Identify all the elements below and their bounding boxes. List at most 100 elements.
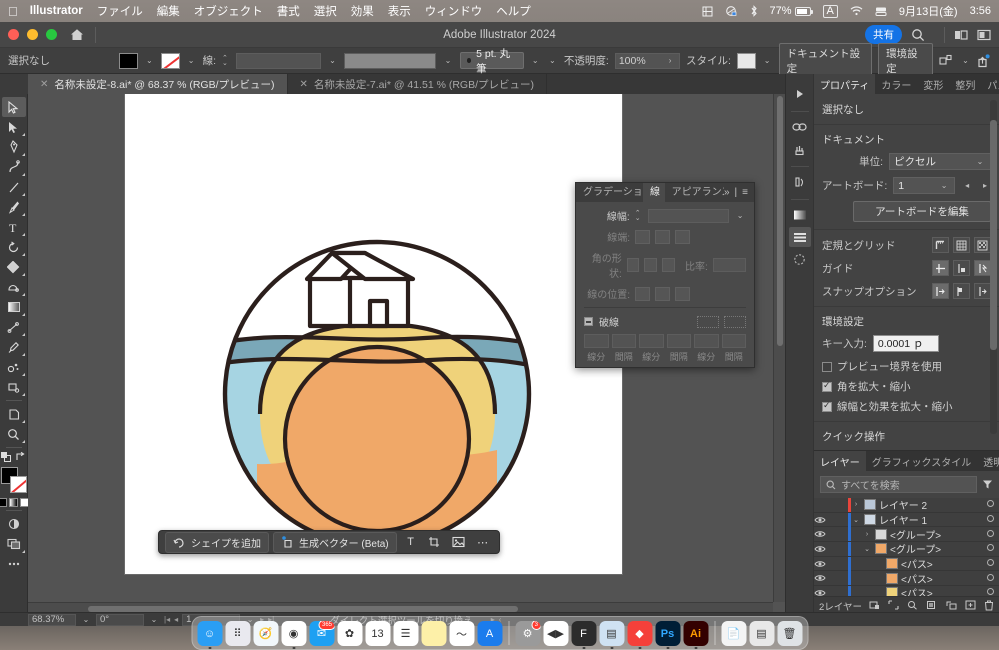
dock-icon-screen-app[interactable]: ▤ bbox=[599, 621, 624, 646]
new-sublayer-icon[interactable] bbox=[926, 600, 937, 611]
use-preview-bounds-row[interactable]: プレビュー境界を使用 bbox=[822, 359, 991, 374]
dock-icon-launchpad[interactable]: ⠿ bbox=[225, 621, 250, 646]
layer-target-indicator[interactable] bbox=[981, 573, 999, 584]
layer-row[interactable]: ›<グループ> bbox=[814, 527, 999, 542]
chevron-down-icon[interactable]: ⌄ bbox=[862, 545, 872, 553]
chevron-right-icon[interactable]: › bbox=[851, 501, 861, 508]
tab-transform[interactable]: 変形 bbox=[917, 74, 949, 94]
show-transparency-grid-icon[interactable] bbox=[974, 237, 991, 253]
edit-artboards-button[interactable]: アートボードを編集 bbox=[853, 201, 991, 222]
gap-input-1[interactable] bbox=[612, 334, 637, 348]
zoom-tool[interactable] bbox=[2, 424, 26, 444]
layer-row[interactable]: <パス> bbox=[814, 557, 999, 572]
fill-stroke-swatches[interactable] bbox=[1, 467, 27, 493]
dock-item[interactable]: ⚙3 bbox=[515, 621, 540, 646]
layer-name-cell[interactable]: <パス> bbox=[851, 556, 981, 571]
dock-icon-safari[interactable]: 🧭 bbox=[253, 621, 278, 646]
show-rulers-icon[interactable] bbox=[932, 237, 949, 253]
style-chevron-icon[interactable]: ⌄ bbox=[762, 56, 773, 65]
dock-icon-system-settings[interactable]: ⚙3 bbox=[515, 621, 540, 646]
artwork-house-on-island[interactable] bbox=[125, 94, 622, 574]
apple-logo-icon[interactable]:  bbox=[8, 5, 18, 18]
smart-guides-icon[interactable] bbox=[974, 260, 991, 276]
artboard[interactable] bbox=[125, 94, 622, 574]
select-similar-chevron-icon[interactable]: ⌄ bbox=[960, 56, 971, 65]
variable-width-profile-input[interactable] bbox=[344, 53, 436, 69]
symbol-sprayer-tool[interactable] bbox=[2, 357, 26, 377]
default-fill-stroke-icon[interactable] bbox=[0, 451, 12, 463]
dock-item[interactable]: 13 bbox=[365, 621, 390, 646]
close-window-button[interactable] bbox=[8, 29, 19, 40]
line-segment-tool[interactable] bbox=[2, 177, 26, 197]
chevron-down-icon[interactable]: ⌄ bbox=[851, 516, 861, 524]
layer-target-indicator[interactable] bbox=[981, 514, 999, 525]
stroke-weight-chevron-icon[interactable]: ⌄ bbox=[734, 211, 746, 220]
zoom-window-button[interactable] bbox=[46, 29, 57, 40]
artboard-select[interactable]: 1 ⌄ bbox=[893, 177, 955, 194]
miter-ratio-input[interactable] bbox=[713, 258, 746, 272]
rail-symbols-icon[interactable] bbox=[789, 139, 811, 159]
dock-icon-app-store[interactable]: A bbox=[477, 621, 502, 646]
brush-chevron-icon[interactable]: ⌄ bbox=[530, 56, 541, 65]
layer-row[interactable]: ⌄レイヤー 1 bbox=[814, 513, 999, 528]
variable-width-chevron-icon[interactable]: ⌄ bbox=[442, 56, 453, 65]
bevel-join-button[interactable] bbox=[662, 258, 675, 272]
canvas-area[interactable]: グラデーション 線 アピアランス » | ≡ 線幅: ⌃⌄ ⌄ 線端: bbox=[28, 94, 785, 614]
dock-item[interactable]: ☺ bbox=[197, 621, 222, 646]
dock-icon-calendar[interactable]: 13 bbox=[365, 621, 390, 646]
snap-to-pixel-icon[interactable] bbox=[953, 283, 970, 299]
stroke-panel-floating[interactable]: グラデーション 線 アピアランス » | ≡ 線幅: ⌃⌄ ⌄ 線端: bbox=[575, 182, 755, 368]
close-icon[interactable]: ✕ bbox=[40, 79, 48, 90]
dash-align-corners-button[interactable] bbox=[724, 316, 746, 328]
gap-input-3[interactable] bbox=[722, 334, 747, 348]
dashed-line-checkbox[interactable] bbox=[584, 317, 593, 326]
prev-artboard-icon[interactable]: ◂ bbox=[961, 181, 973, 190]
free-transform-tool[interactable] bbox=[2, 277, 26, 297]
dock-icon-chrome[interactable]: ◉ bbox=[281, 621, 306, 646]
drawing-mode-icon[interactable] bbox=[2, 514, 26, 534]
layer-name-cell[interactable]: ›<グループ> bbox=[851, 527, 981, 542]
artboard-tool[interactable] bbox=[2, 404, 26, 424]
rail-brushes-icon[interactable] bbox=[789, 249, 811, 269]
dock-item[interactable]: ☰ bbox=[393, 621, 418, 646]
layer-row[interactable]: <パス> bbox=[814, 571, 999, 586]
dash-input-1[interactable] bbox=[584, 334, 609, 348]
close-icon[interactable]: ✕ bbox=[300, 79, 308, 90]
round-join-button[interactable] bbox=[644, 258, 657, 272]
dock-item[interactable]: 📄 bbox=[721, 621, 746, 646]
share-button[interactable]: 共有 bbox=[865, 25, 902, 44]
dock-item[interactable]: F bbox=[571, 621, 596, 646]
scale-strokes-row[interactable]: 線幅と効果を拡大・縮小 bbox=[822, 399, 991, 414]
layer-target-indicator[interactable] bbox=[981, 499, 999, 510]
dock-icon-photoshop[interactable]: Ps bbox=[655, 621, 680, 646]
stroke-weight-input[interactable] bbox=[236, 53, 321, 69]
layer-name-cell[interactable]: <パス> bbox=[851, 571, 981, 586]
dock-icon-downloads-stack[interactable]: ▤ bbox=[749, 621, 774, 646]
menu-item-type[interactable]: 書式 bbox=[277, 3, 300, 19]
make-clipping-mask-icon[interactable] bbox=[907, 600, 918, 611]
rail-stroke-icon[interactable] bbox=[789, 227, 811, 247]
dock-icon-mpv-player[interactable]: ◀▶ bbox=[543, 621, 568, 646]
dock-icon-notes[interactable] bbox=[421, 621, 446, 646]
layers-search-input[interactable]: すべてを検索 bbox=[820, 476, 977, 493]
opacity-value[interactable]: 100% bbox=[619, 55, 646, 67]
more-options-icon[interactable]: ⋯ bbox=[473, 533, 493, 551]
layer-row[interactable]: ⌄<グループ> bbox=[814, 542, 999, 557]
menu-item-illustrator[interactable]: Illustrator bbox=[30, 5, 83, 17]
dock-item[interactable] bbox=[421, 621, 446, 646]
rail-expand-icon[interactable] bbox=[789, 84, 811, 104]
bluetooth-icon[interactable] bbox=[750, 5, 758, 17]
dock-icon-freeform[interactable]: 〜 bbox=[449, 621, 474, 646]
snap-to-grid-icon[interactable] bbox=[932, 283, 949, 299]
keyboard-brightness-icon[interactable] bbox=[702, 6, 713, 17]
dock-item[interactable]: ▤ bbox=[749, 621, 774, 646]
type-tool[interactable]: T bbox=[2, 217, 26, 237]
align-outside-stroke-button[interactable] bbox=[675, 287, 690, 301]
dock-icon-document[interactable]: 📄 bbox=[721, 621, 746, 646]
first-artboard-icon[interactable]: |◂ bbox=[164, 615, 170, 624]
rail-swatches-icon[interactable] bbox=[789, 172, 811, 192]
paintbrush-tool[interactable] bbox=[2, 197, 26, 217]
dock-icon-trash[interactable]: 🗑 bbox=[777, 621, 802, 646]
tab-properties[interactable]: プロパティ bbox=[814, 74, 875, 94]
dock-item[interactable]: ◀▶ bbox=[543, 621, 568, 646]
